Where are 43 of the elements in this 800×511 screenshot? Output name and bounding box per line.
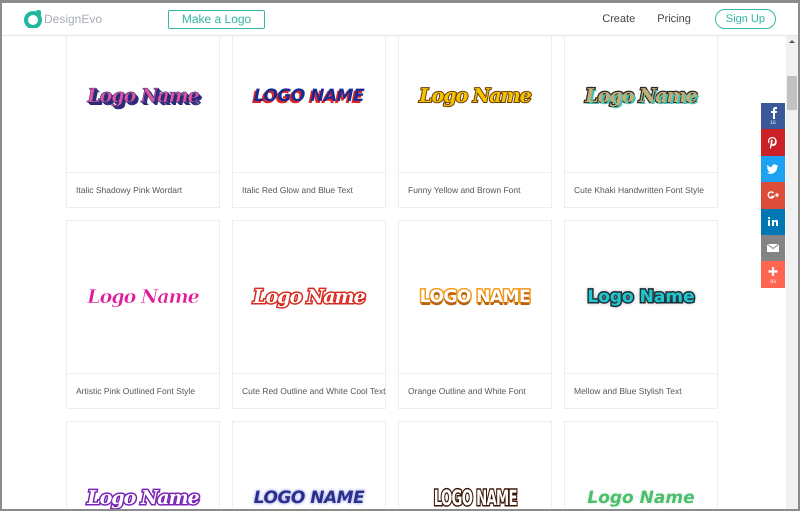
logo-preview-text: Logo Name	[587, 287, 695, 308]
logo-preview-text: LOGO NAME	[433, 486, 517, 509]
template-title: Italic Shadowy Pink Wordart	[76, 185, 182, 196]
logo-preview-text: Logo Name	[253, 286, 365, 308]
pinterest-share-button[interactable]	[761, 129, 785, 156]
twitter-share-button[interactable]	[761, 156, 785, 182]
linkedin-icon	[766, 214, 780, 229]
template-title: Funny Yellow and Brown Font	[408, 185, 520, 196]
template-card[interactable]: Logo Name	[66, 421, 220, 509]
template-title: Artistic Pink Outlined Font Style	[76, 386, 196, 396]
template-card[interactable]: LOGO NAME Italic Red Glow and Blue Text	[232, 36, 386, 208]
template-title: Orange Outline and White Font	[408, 386, 526, 396]
logo-preview-text: Logo Name	[587, 488, 695, 508]
logo-preview-text: Logo Name	[585, 85, 697, 108]
template-card[interactable]: LOGO NAME	[398, 421, 552, 509]
logo-preview-text: Logo Name	[87, 487, 199, 509]
template-card[interactable]: Logo Name Artistic Pink Outlined Font Style	[66, 220, 220, 409]
template-title: Italic Red Glow and Blue Text	[242, 185, 353, 196]
logo-preview-text: LOGO NAME	[254, 86, 364, 106]
template-card[interactable]: Logo Name Mellow and Blue Stylish Text	[564, 220, 718, 409]
logo-preview-text: LOGO NAME	[420, 287, 530, 308]
logo-preview-text: Logo Name	[87, 85, 199, 108]
email-share-button[interactable]	[761, 234, 785, 262]
template-card[interactable]: LOGO NAME	[232, 421, 386, 509]
nav-link[interactable]: Pricing	[657, 13, 691, 25]
scrollbar-thumb[interactable]	[787, 76, 797, 110]
logo-preview-text: Logo Name	[419, 85, 531, 108]
template-card[interactable]: LOGO NAME Orange Outline and White Font	[398, 220, 552, 409]
template-title: Cute Khaki Handwritten Font Style	[574, 185, 704, 196]
template-title: Mellow and Blue Stylish Text	[574, 386, 682, 396]
template-title: Cute Red Outline and White Cool Text	[242, 386, 386, 396]
template-card[interactable]: Logo Name Italic Shadowy Pink Wordart	[66, 36, 220, 208]
template-card[interactable]: Logo Name Cute Khaki Handwritten Font Style	[564, 36, 718, 208]
template-card[interactable]: Logo Name Funny Yellow and Brown Font	[398, 36, 552, 208]
bird-icon	[766, 162, 780, 176]
logo-icon	[24, 10, 42, 28]
plus-icon	[766, 264, 780, 279]
logo-preview-text: Logo Name	[87, 286, 199, 308]
linkedin-share-button[interactable]	[761, 208, 785, 235]
nav-link[interactable]: Create	[602, 13, 636, 25]
template-card[interactable]: Logo Name Cute Red Outline and White Cool Text	[232, 220, 386, 409]
logo-preview-text: LOGO NAME	[254, 488, 364, 508]
googleplus-share-button[interactable]	[761, 182, 785, 209]
